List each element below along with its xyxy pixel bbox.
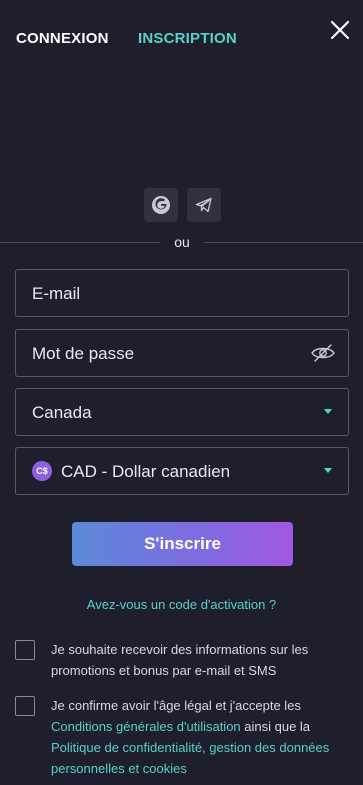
promo-consent-text: Je souhaite recevoir des informations su… [51, 642, 309, 678]
legal-consent-middle: ainsi que la [240, 719, 311, 734]
legal-consent-checkbox[interactable] [15, 696, 35, 716]
currency-value: CAD - Dollar canadien [61, 462, 231, 481]
activation-code-link[interactable]: Avez-vous un code d'activation ? [0, 597, 363, 612]
google-icon [152, 196, 170, 214]
email-field[interactable]: E-mail [15, 269, 349, 317]
chevron-down-icon [324, 468, 332, 473]
google-login-button[interactable] [144, 188, 178, 222]
currency-select[interactable]: C$ CAD - Dollar canadien [15, 447, 349, 495]
password-placeholder: Mot de passe [32, 344, 135, 363]
privacy-policy-link[interactable]: Politique de confidentialité, gestion de… [51, 740, 329, 776]
telegram-icon [195, 197, 212, 213]
tab-login[interactable]: CONNEXION [16, 30, 109, 47]
divider-text: ou [174, 234, 190, 250]
telegram-login-button[interactable] [187, 188, 221, 222]
promo-consent-checkbox[interactable] [15, 640, 35, 660]
legal-consent-prefix: Je confirme avoir l'âge légal et j'accep… [51, 698, 301, 713]
divider-line-right [204, 242, 363, 243]
currency-icon: C$ [32, 461, 52, 481]
country-value: Canada [32, 403, 92, 422]
close-icon[interactable] [329, 19, 351, 41]
eye-off-icon[interactable] [310, 343, 336, 363]
legal-consent-text: Je confirme avoir l'âge légal et j'accep… [51, 695, 351, 779]
register-button[interactable]: S'inscrire [72, 522, 293, 566]
or-divider: ou [0, 233, 363, 253]
divider-line-left [0, 242, 160, 243]
header: CONNEXION INSCRIPTION [0, 0, 363, 76]
tab-register[interactable]: INSCRIPTION [138, 30, 237, 47]
password-field[interactable]: Mot de passe [15, 329, 349, 377]
email-placeholder: E-mail [32, 284, 81, 303]
chevron-down-icon [324, 409, 332, 414]
terms-link[interactable]: Conditions générales d'utilisation [51, 719, 241, 734]
country-select[interactable]: Canada [15, 388, 349, 436]
